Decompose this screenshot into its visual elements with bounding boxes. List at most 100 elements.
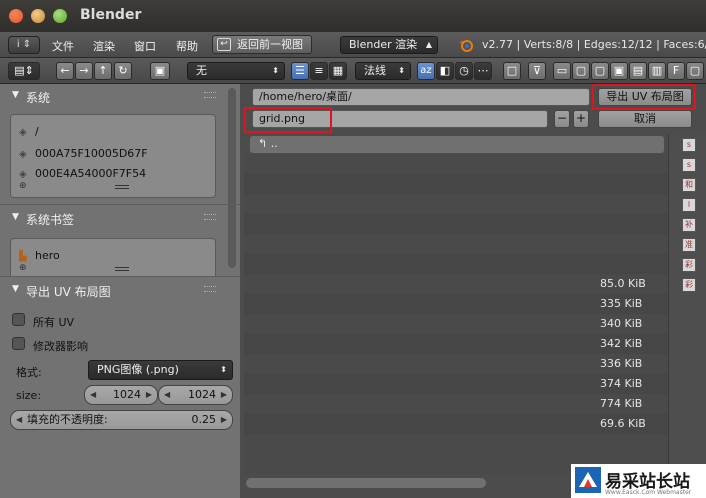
export-uv-panel-header[interactable]: ▼ 导出 UV 布局图 <box>0 280 226 302</box>
sort-select[interactable]: 法线 ⬍ <box>355 62 411 80</box>
image-file-icon[interactable]: 彩 <box>682 258 696 272</box>
file-size: 85.0 KiB <box>600 277 646 290</box>
filter-image-button[interactable]: ▣ <box>610 62 628 80</box>
recursion-select[interactable]: 无 ⬍ <box>187 62 285 80</box>
increment-filename-button[interactable]: + <box>573 110 589 128</box>
parent-directory-row[interactable]: ↰ .. <box>250 136 664 153</box>
arrow-left-icon[interactable]: ◀ <box>90 386 96 404</box>
filter-folder-button[interactable]: ▭ <box>553 62 571 80</box>
list-resize-grip[interactable] <box>115 267 129 271</box>
image-file-icon[interactable]: 准 <box>682 238 696 252</box>
size-height-field[interactable]: ◀ 1024 ▶ <box>158 385 233 405</box>
bookmarks-panel-header[interactable]: ▼ 系统书签 <box>0 208 226 230</box>
back-arrow-button[interactable]: ← <box>56 62 74 80</box>
modifier-checkbox[interactable] <box>12 337 25 350</box>
sidebar-item-drive-2[interactable]: ◈ 000E4A54000F7F54 <box>19 167 146 180</box>
image-file-icon[interactable]: l <box>682 198 696 212</box>
close-window-button[interactable] <box>9 9 23 23</box>
menu-window[interactable]: 窗口 <box>134 38 156 54</box>
fill-opacity-field[interactable]: ◀ 填充的不透明度: 0.25 ▶ <box>10 410 233 430</box>
sidebar-scrollbar[interactable] <box>228 88 236 268</box>
list-resize-grip[interactable] <box>115 185 129 189</box>
minimize-window-button[interactable] <box>31 9 45 23</box>
sort-extension-button[interactable]: ◧ <box>436 62 454 80</box>
panel-grip-icon[interactable] <box>204 286 216 292</box>
cancel-button[interactable]: 取消 <box>598 110 692 128</box>
plus-icon[interactable]: ⊕ <box>19 181 27 191</box>
image-file-icon[interactable]: 补 <box>682 218 696 232</box>
menu-render[interactable]: 渲染 <box>93 38 115 54</box>
sidebar-item-hero[interactable]: ▙ hero <box>19 249 60 262</box>
directory-path-input[interactable]: /home/hero/桌面/ <box>252 88 590 106</box>
image-file-icon[interactable]: 和 <box>682 178 696 192</box>
all-uv-checkbox[interactable] <box>12 313 25 326</box>
refresh-button[interactable]: ↻ <box>114 62 132 80</box>
new-folder-button[interactable]: ▣ <box>150 62 170 80</box>
decrement-filename-button[interactable]: − <box>554 110 570 128</box>
thumbnail-view-button[interactable]: ▦ <box>329 62 347 80</box>
editor-type-filebrowser-button[interactable]: ▤⇕ <box>8 62 40 80</box>
bookmarks-list: ▙ hero ⊕ <box>10 238 216 276</box>
format-select-label: PNG图像 (.png) <box>97 363 179 376</box>
arrow-up-icon: ↑ <box>98 64 108 77</box>
list-detail-icon: ≡ <box>314 64 324 77</box>
parent-directory-label: .. <box>270 137 278 150</box>
panel-grip-icon[interactable] <box>204 214 216 220</box>
file-size: 774 KiB <box>600 397 643 410</box>
image-file-icon[interactable]: 彩 <box>682 278 696 292</box>
plus-icon[interactable]: ⊕ <box>19 263 27 273</box>
arrow-right-icon[interactable]: ▶ <box>221 386 227 404</box>
sort-time-button[interactable]: ◷ <box>455 62 473 80</box>
all-uv-label: 所有 UV <box>33 316 75 329</box>
sidebar-item-root[interactable]: ◈ / <box>19 125 39 138</box>
bookmarks-panel-title: 系统书签 <box>26 213 75 227</box>
hide-dot-files-button[interactable]: □ <box>503 62 521 80</box>
table-row[interactable] <box>244 214 668 234</box>
image-file-icon[interactable]: s <box>682 158 696 172</box>
arrow-left-icon[interactable]: ◀ <box>164 386 170 404</box>
sidebar-item-drive-1[interactable]: ◈ 000A75F10005D67F <box>19 147 148 160</box>
render-engine-label: Blender 渲染 <box>349 38 418 51</box>
watermark-url: Www.Easck.Com Webmaster <box>605 489 692 496</box>
arrow-left-icon[interactable]: ◀ <box>16 411 22 429</box>
forward-arrow-button[interactable]: → <box>75 62 93 80</box>
filter-blend-button[interactable]: ▢ <box>572 62 590 80</box>
window-titlebar: Blender <box>0 0 706 32</box>
panel-grip-icon[interactable] <box>204 92 216 98</box>
back-button-label: 返回前一视图 <box>237 38 303 51</box>
size-label: size: <box>16 389 42 402</box>
filter-script-button[interactable]: ▥ <box>648 62 666 80</box>
filter-backup-button[interactable]: ▢ <box>591 62 609 80</box>
format-select[interactable]: PNG图像 (.png) ⬍ <box>88 360 233 380</box>
parent-dir-button[interactable]: ↑ <box>94 62 112 80</box>
filter-sound-button[interactable]: ▢ <box>686 62 704 80</box>
short-list-view-button[interactable]: ☰ <box>291 62 309 80</box>
table-row[interactable] <box>244 174 668 194</box>
filter-movie-button[interactable]: ▤ <box>629 62 647 80</box>
horizontal-scrollbar[interactable] <box>246 478 486 488</box>
sort-ext-icon: ◧ <box>439 64 451 77</box>
filter-icon: ⊽ <box>532 64 542 77</box>
highlight-box-export <box>592 84 696 110</box>
image-file-icon[interactable]: s <box>682 138 696 152</box>
filter-font-button[interactable]: F <box>667 62 685 80</box>
long-list-view-button[interactable]: ≡ <box>310 62 328 80</box>
arrow-right-icon[interactable]: ▶ <box>146 386 152 404</box>
ghost-icon: □ <box>506 64 518 77</box>
filter-toggle-button[interactable]: ⊽ <box>528 62 546 80</box>
table-row[interactable] <box>244 254 668 274</box>
drive-icon: ◈ <box>19 127 27 138</box>
editor-type-button[interactable]: i ⇕ <box>8 36 40 54</box>
maximize-window-button[interactable] <box>53 9 67 23</box>
menu-file[interactable]: 文件 <box>52 38 74 54</box>
system-panel-header[interactable]: ▼ 系统 <box>0 86 226 108</box>
sort-alpha-button[interactable]: az <box>417 62 435 80</box>
folder-icon: ▙ <box>19 251 27 262</box>
size-width-field[interactable]: ◀ 1024 ▶ <box>84 385 158 405</box>
menu-help[interactable]: 帮助 <box>176 38 198 54</box>
back-to-previous-button[interactable]: ↩ 返回前一视图 <box>212 35 312 54</box>
arrow-right-icon[interactable]: ▶ <box>221 411 227 429</box>
render-engine-select[interactable]: Blender 渲染 ▲ <box>340 36 438 54</box>
sound-icon: ▢ <box>689 64 701 77</box>
sort-size-button[interactable]: ⋯ <box>474 62 492 80</box>
